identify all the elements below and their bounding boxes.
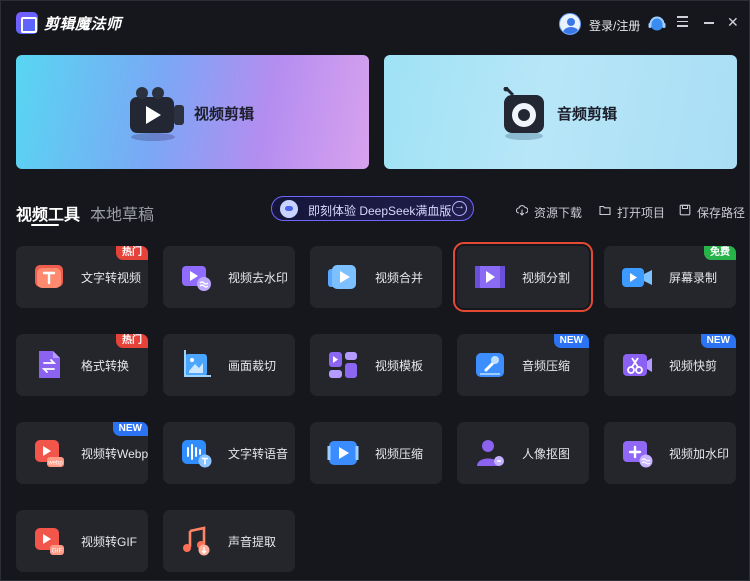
menu-icon[interactable] (677, 16, 688, 28)
video-to-webp-icon: webp (35, 440, 64, 467)
video-compress-icon (327, 441, 359, 465)
video-edit-card[interactable]: 视频剪辑 (16, 55, 369, 169)
tool-label: 视频分割 (522, 271, 571, 285)
svg-text:GIF: GIF (52, 548, 63, 555)
tool-format-convert[interactable]: 格式转换 热门 (16, 334, 148, 396)
tool-label: 视频合并 (375, 271, 424, 285)
new-badge: NEW (112, 422, 148, 436)
tool-label: 视频加水印 (669, 447, 730, 461)
video-to-gif-icon: GIF (35, 528, 64, 555)
folder-icon (599, 205, 611, 216)
video-template-icon (329, 352, 357, 378)
add-watermark-icon (623, 441, 653, 468)
new-badge: NEW (700, 334, 736, 348)
tab-local-drafts[interactable]: 本地草稿 (90, 201, 154, 225)
audio-speaker-icon (503, 87, 544, 140)
tool-video-merge[interactable]: 视频合并 (310, 246, 442, 308)
audio-compress-icon (476, 353, 504, 377)
tool-label: 文字转语音 (228, 447, 289, 461)
active-tab-indicator (31, 224, 59, 226)
tool-label: 格式转换 (81, 359, 130, 373)
tool-label: 画面裁切 (228, 359, 277, 373)
text-to-speech-icon (182, 440, 212, 468)
video-split-icon (475, 266, 505, 288)
arrow-right-icon (452, 200, 467, 216)
deepseek-logo-icon (280, 200, 298, 218)
tool-text-to-speech[interactable]: 文字转语音 (163, 422, 295, 484)
close-button[interactable]: ✕ (727, 15, 739, 29)
hot-badge: 热门 (116, 246, 148, 260)
portrait-cutout-icon (477, 440, 504, 466)
save-icon (679, 204, 691, 216)
tool-text-to-video[interactable]: 文字转视频 热门 (16, 246, 148, 308)
tool-screen-record[interactable]: 屏幕录制 免费 (604, 246, 736, 308)
tool-video-to-gif[interactable]: GIF 视频转GIF (16, 510, 148, 572)
deepseek-banner-button[interactable]: 即刻体验 DeepSeek满血版 (271, 196, 474, 221)
audio-extract-icon (183, 526, 210, 556)
video-merge-icon (328, 265, 356, 289)
tool-add-watermark[interactable]: 视频加水印 (604, 422, 736, 484)
save-path-label: 保存路径 (697, 206, 746, 220)
cloud-download-icon (516, 205, 528, 216)
tool-audio-compress[interactable]: 音频压缩 NEW (457, 334, 589, 396)
tool-label: 视频模板 (375, 359, 424, 373)
tool-label: 视频去水印 (228, 271, 289, 285)
svg-text:webp: webp (47, 461, 63, 467)
login-link[interactable]: 登录/注册 (589, 17, 640, 34)
tool-label: 视频快剪 (669, 359, 718, 373)
tool-quick-cut[interactable]: 视频快剪 NEW (604, 334, 736, 396)
tool-video-split[interactable]: 视频分割 (453, 242, 593, 312)
tool-label: 视频压缩 (375, 447, 424, 461)
tool-label: 声音提取 (228, 535, 277, 549)
audio-edit-card[interactable]: 音频剪辑 (384, 55, 737, 169)
app-logo-icon (16, 12, 38, 34)
tool-crop[interactable]: 画面裁切 (163, 334, 295, 396)
minimize-button[interactable] (704, 22, 714, 24)
tool-audio-extract[interactable]: 声音提取 (163, 510, 295, 572)
open-project-label: 打开项目 (617, 206, 666, 220)
remove-watermark-icon (182, 266, 211, 291)
crop-icon (184, 350, 211, 377)
tool-portrait-cutout[interactable]: 人像抠图 (457, 422, 589, 484)
hot-badge: 热门 (116, 334, 148, 348)
format-convert-icon (39, 351, 60, 378)
quick-cut-icon (623, 354, 652, 376)
tool-label: 人像抠图 (522, 447, 571, 461)
tool-video-to-webp[interactable]: webp 视频转Webp NEW (16, 422, 148, 484)
resource-download-label: 资源下载 (534, 206, 583, 220)
free-badge: 免费 (704, 246, 736, 260)
tool-video-compress[interactable]: 视频压缩 (310, 422, 442, 484)
tool-label: 文字转视频 (81, 271, 142, 285)
screen-record-icon (622, 268, 652, 287)
tool-label: 屏幕录制 (669, 271, 718, 285)
tab-video-tools[interactable]: 视频工具 (16, 201, 80, 225)
user-avatar-icon[interactable] (559, 13, 581, 35)
text-to-video-icon (35, 265, 63, 288)
tool-label: 音频压缩 (522, 359, 571, 373)
tool-label: 视频转Webp (81, 447, 149, 461)
audio-edit-label: 音频剪辑 (557, 106, 618, 123)
deepseek-banner-text: 即刻体验 DeepSeek满血版 (308, 204, 452, 218)
app-title: 剪辑魔法师 (44, 16, 122, 33)
video-camera-icon (130, 87, 184, 141)
new-badge: NEW (553, 334, 589, 348)
tool-video-template[interactable]: 视频模板 (310, 334, 442, 396)
tool-remove-watermark[interactable]: 视频去水印 (163, 246, 295, 308)
customer-service-icon[interactable] (648, 15, 666, 31)
video-edit-label: 视频剪辑 (194, 106, 255, 123)
app-window: 剪辑魔法师 登录/注册 ✕ 视频剪辑 音频剪辑 视频工具 本地草稿 即刻体验 D… (0, 0, 750, 581)
title-bar: 剪辑魔法师 登录/注册 ✕ (1, 1, 749, 45)
tool-label: 视频转GIF (81, 535, 137, 549)
